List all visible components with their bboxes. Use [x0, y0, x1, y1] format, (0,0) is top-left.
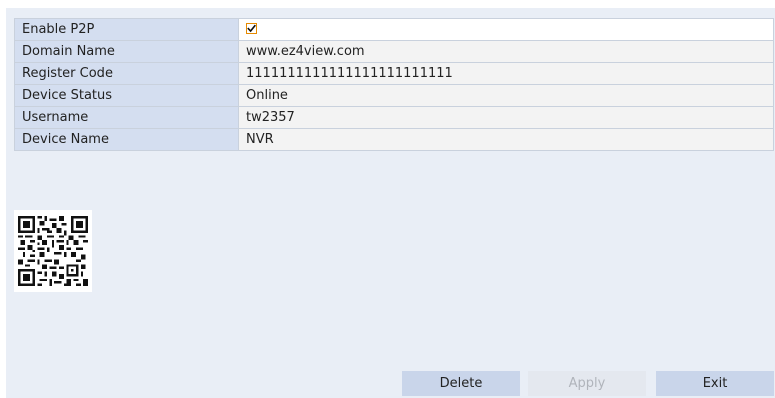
enable-p2p-label: Enable P2P: [14, 18, 239, 41]
row-device-status: Device Status Online: [14, 84, 774, 107]
qr-code-icon: [18, 216, 88, 286]
p2p-settings-form: Enable P2P Domain Name www.ez4view.com R…: [14, 18, 774, 151]
device-name-value: NVR: [238, 128, 774, 151]
checkmark-icon: [247, 24, 256, 33]
device-status-label: Device Status: [14, 84, 239, 107]
domain-name-label: Domain Name: [14, 40, 239, 63]
row-username: Username tw2357: [14, 106, 774, 129]
qr-code: [14, 210, 92, 292]
device-status-value: Online: [238, 84, 774, 107]
register-code-value: 1111111111111111111111111: [238, 62, 774, 85]
username-label: Username: [14, 106, 239, 129]
register-code-label: Register Code: [14, 62, 239, 85]
device-name-label: Device Name: [14, 128, 239, 151]
enable-p2p-checkbox[interactable]: [246, 23, 257, 34]
row-device-name: Device Name NVR: [14, 128, 774, 151]
exit-button[interactable]: Exit: [656, 371, 774, 396]
username-value: tw2357: [238, 106, 774, 129]
delete-button[interactable]: Delete: [402, 371, 520, 396]
enable-p2p-cell: [238, 18, 774, 41]
row-register-code: Register Code 1111111111111111111111111: [14, 62, 774, 85]
apply-button[interactable]: Apply: [528, 371, 646, 396]
row-domain-name: Domain Name www.ez4view.com: [14, 40, 774, 63]
p2p-settings-panel: Enable P2P Domain Name www.ez4view.com R…: [6, 8, 775, 398]
domain-name-value: www.ez4view.com: [238, 40, 774, 63]
row-enable-p2p: Enable P2P: [14, 18, 774, 41]
